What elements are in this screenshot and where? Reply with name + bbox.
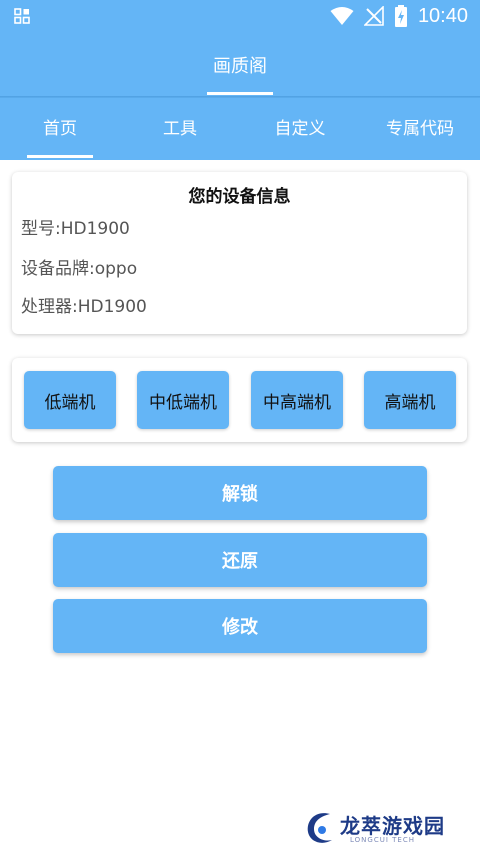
restore-button[interactable]: 还原 <box>53 533 427 587</box>
app-bar: 画质阁 <box>0 32 480 96</box>
tab-tools[interactable]: 工具 <box>120 98 240 160</box>
watermark-logo-icon <box>307 813 332 843</box>
low-end-button[interactable]: 低端机 <box>24 371 116 429</box>
status-time: 10:40 <box>417 4 468 27</box>
modify-button[interactable]: 修改 <box>53 599 427 653</box>
status-bar: 10:40 <box>0 0 480 32</box>
wifi-icon <box>330 7 354 25</box>
app-title: 画质阁 <box>213 56 267 77</box>
device-model: 型号:HD1900 <box>21 219 130 239</box>
high-end-button[interactable]: 高端机 <box>364 371 456 429</box>
tab-home[interactable]: 首页 <box>0 98 120 160</box>
selected-tab-indicator <box>27 155 93 158</box>
watermark-subtext: LONGCUI TECH <box>350 836 415 844</box>
no-signal-icon <box>363 6 384 26</box>
app-grid-icon <box>14 8 30 24</box>
mid-low-end-button[interactable]: 中低端机 <box>137 371 229 429</box>
device-processor: 处理器:HD1900 <box>21 297 147 317</box>
tab-bar: 首页 工具 自定义 专属代码 <box>0 98 480 160</box>
unlock-button[interactable]: 解锁 <box>53 466 427 520</box>
device-tier-card: 低端机 中低端机 中高端机 高端机 <box>12 358 467 442</box>
device-info-card: 您的设备信息 型号:HD1900 设备品牌:oppo 处理器:HD1900 <box>12 172 467 334</box>
mid-high-end-button[interactable]: 中高端机 <box>251 371 343 429</box>
tab-custom[interactable]: 自定义 <box>240 98 360 160</box>
device-brand: 设备品牌:oppo <box>21 259 138 279</box>
battery-charging-icon <box>394 5 407 27</box>
title-indicator <box>207 92 273 95</box>
tab-exclusive-code[interactable]: 专属代码 <box>360 98 480 160</box>
watermark-text: 龙萃游戏园 <box>340 814 445 838</box>
device-info-title: 您的设备信息 <box>188 187 291 207</box>
watermark: 龙萃游戏园 LONGCUI TECH <box>304 806 474 848</box>
